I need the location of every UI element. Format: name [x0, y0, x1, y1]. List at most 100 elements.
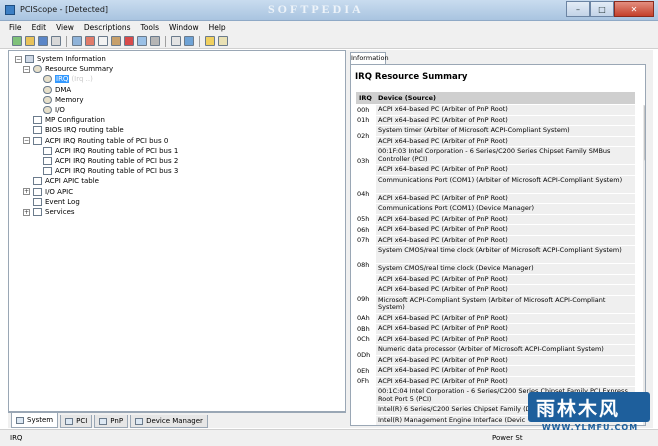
refresh-icon[interactable] [12, 36, 22, 46]
tree-item[interactable]: DMA [33, 85, 71, 95]
computer-icon [16, 416, 24, 424]
menu-edit[interactable]: Edit [27, 23, 52, 32]
expand-icon[interactable]: + [23, 188, 30, 196]
device-icon[interactable] [85, 36, 95, 46]
tree-item-label: Event Log [45, 197, 80, 206]
device-cell: ACPI x64-based PC (Arbiter of PnP Root) [376, 136, 635, 147]
tree-item[interactable]: ACPI IRQ Routing table of PCI bus 2 [33, 156, 178, 166]
irq-cell: 06h [356, 225, 375, 236]
device-cell: Microsoft ACPI-Compliant System (Arbiter… [376, 295, 635, 314]
menu-view[interactable]: View [51, 23, 79, 32]
status-right: Power St [492, 434, 523, 442]
device-cell: ACPI x64-based PC (Arbiter of PnP Root) [376, 225, 635, 236]
table-icon [43, 167, 52, 176]
device-cell: ACPI x64-based PC (Arbiter of PnP Root) [376, 355, 635, 366]
tree-item-label: ACPI APIC table [45, 177, 99, 186]
table-row: 01h ACPI x64-based PC (Arbiter of PnP Roo… [356, 115, 635, 126]
tab-pci[interactable]: PCI [60, 415, 93, 428]
save-icon[interactable] [38, 36, 48, 46]
table-row: 02h System timer (Arbiter of Microsoft AC… [356, 126, 635, 147]
hardware-icon[interactable] [111, 36, 121, 46]
window-controls: – □ ✕ [566, 1, 654, 17]
tree-item-label: DMA [55, 85, 72, 94]
tab-information[interactable]: Information [350, 52, 389, 64]
tab-system[interactable]: System [11, 413, 59, 428]
device-cell: ACPI x64-based PC (Arbiter of PnP Root) [376, 193, 635, 204]
tree-item-label: MP Configuration [45, 116, 105, 125]
table-icon[interactable] [171, 36, 181, 46]
expand-icon[interactable]: + [23, 208, 30, 216]
pci-icon[interactable] [72, 36, 82, 46]
device-cell: ACPI x64-based PC (Arbiter of PnP Root) [376, 285, 635, 296]
menu-help[interactable]: Help [204, 23, 231, 32]
stop-icon[interactable] [124, 36, 134, 46]
device-cell: ACPI x64-based PC (Arbiter of PnP Root) [376, 165, 635, 176]
collapse-icon[interactable]: − [23, 137, 30, 145]
maximize-button[interactable]: □ [590, 1, 614, 17]
tree-item[interactable]: Event Log [23, 197, 80, 207]
menu-window[interactable]: Window [164, 23, 204, 32]
network-icon[interactable] [137, 36, 147, 46]
help-icon[interactable] [205, 36, 215, 46]
tree-item[interactable]: IRQ (Irq ..) [33, 74, 93, 84]
scrollbar-thumb[interactable] [644, 105, 645, 161]
tree-item[interactable]: BIOS IRQ routing table [23, 125, 124, 135]
table-icon [33, 197, 42, 206]
table-icon [33, 126, 42, 135]
irq-cell [356, 387, 375, 425]
tree-item[interactable]: MP Configuration [23, 115, 105, 125]
menu-tools[interactable]: Tools [136, 23, 164, 32]
menu-file[interactable]: File [4, 23, 27, 32]
tree-item[interactable]: − Resource Summary [23, 64, 113, 74]
tree-item-label: ACPI IRQ Routing table of PCI bus 2 [55, 157, 179, 165]
tab-device-manager[interactable]: Device Manager [130, 415, 208, 428]
close-button[interactable]: ✕ [614, 1, 654, 17]
tree-item[interactable]: I/O [33, 105, 65, 115]
report-icon[interactable] [98, 36, 108, 46]
table-row: 0Fh ACPI x64-based PC (Arbiter of PnP Roo… [356, 376, 635, 387]
tree-item[interactable]: ACPI APIC table [23, 176, 99, 186]
irq-cell: 04h [356, 175, 375, 215]
tree-item[interactable]: − ACPI IRQ Routing table of PCI bus 0 [23, 136, 168, 146]
tree-item[interactable]: Memory [33, 95, 83, 105]
tree-item-label: Resource Summary [45, 65, 114, 74]
softpedia-watermark: SOFTPEDIA [268, 2, 364, 16]
resource-icon [43, 75, 52, 84]
resource-icon [43, 106, 52, 114]
tab-pnp[interactable]: PnP [94, 415, 129, 428]
title-bar: PCIScope - [Detected] SOFTPEDIA – □ ✕ [0, 0, 658, 21]
window-icon[interactable] [184, 36, 194, 46]
irq-cell: 0Bh [356, 324, 375, 335]
minimize-button[interactable]: – [566, 1, 590, 17]
irq-cell: 00h [356, 105, 375, 116]
open-icon[interactable] [25, 36, 35, 46]
tree-item-label: BIOS IRQ routing table [45, 126, 124, 135]
tree-item-label: I/O APIC [45, 187, 74, 196]
tree-item[interactable]: + Services [23, 207, 75, 217]
table-row: 06h ACPI x64-based PC (Arbiter of PnP Roo… [356, 225, 635, 236]
collapse-icon[interactable]: − [15, 55, 22, 63]
menu-descriptions[interactable]: Descriptions [79, 23, 136, 32]
table-icon [43, 146, 52, 155]
about-icon[interactable] [218, 36, 228, 46]
irq-cell: 03h [356, 147, 375, 176]
tree-item[interactable]: + I/O APIC [23, 187, 73, 197]
settings-icon[interactable] [150, 36, 160, 46]
device-cell: ACPI x64-based PC (Arbiter of PnP Root) [376, 274, 635, 285]
tree-item[interactable]: ACPI IRQ Routing table of PCI bus 1 [33, 146, 178, 156]
window-title: PCIScope - [Detected] [20, 5, 109, 14]
print-icon[interactable] [51, 36, 61, 46]
tree-item-hint: (Irq ..) [71, 75, 93, 84]
info-pane: Information IRQ Resource Summary IRQ Dev… [346, 50, 653, 428]
device-cell: ACPI x64-based PC (Arbiter of PnP Root) [376, 324, 635, 335]
tree-item-label: I/O [55, 106, 65, 114]
irq-cell: 08h [356, 246, 375, 285]
device-cell: 00:1F:03 Intel Corporation - 6 Series/C2… [376, 147, 635, 165]
toolbar [0, 34, 658, 49]
tree-item[interactable]: ACPI IRQ Routing table of PCI bus 3 [33, 166, 178, 176]
collapse-icon[interactable]: − [23, 65, 30, 73]
tree-item[interactable]: − System Information [15, 54, 106, 64]
vertical-scrollbar[interactable] [643, 105, 645, 425]
app-icon [5, 5, 15, 15]
table-row: 04h Communications Port (COM1) (Arbiter o… [356, 175, 635, 215]
